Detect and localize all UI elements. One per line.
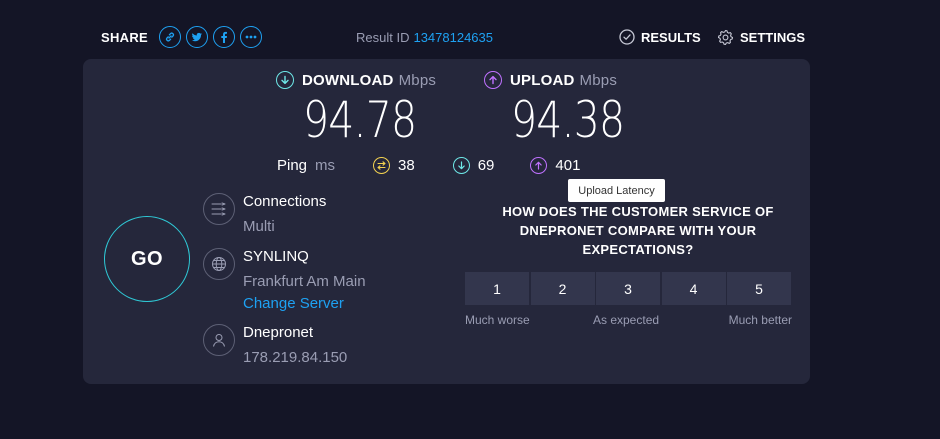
ping-label: Ping xyxy=(277,157,308,174)
results-button[interactable]: RESULTS xyxy=(619,29,701,45)
results-panel: DOWNLOAD Mbps 94.78 UPLOAD Mbps 94.38 Pi… xyxy=(83,59,810,384)
results-label: RESULTS xyxy=(641,29,701,45)
rating-label-high: Much better xyxy=(728,313,792,327)
rating-button-4[interactable]: 4 xyxy=(661,272,726,305)
change-server-link[interactable]: Change Server xyxy=(243,295,366,312)
top-bar: SHARE Result ID 13478124635 RESULTS SETTI… xyxy=(0,0,940,60)
download-speed-value: 94.78 xyxy=(303,91,417,149)
ping-unit: ms xyxy=(315,157,336,174)
upload-latency-icon xyxy=(530,157,548,174)
result-id-label: Result ID xyxy=(356,30,410,45)
result-info: Result ID 13478124635 xyxy=(356,30,493,45)
gear-icon xyxy=(717,29,734,46)
upload-latency[interactable]: 401 xyxy=(530,157,580,174)
survey-question: HOW DOES THE CUSTOMER SERVICE OF DNEPRON… xyxy=(502,204,774,257)
isp-text: Dnepronet 178.219.84.150 xyxy=(243,324,347,366)
connections-value: Multi xyxy=(243,218,275,235)
upload-unit: Mbps xyxy=(579,71,618,89)
isp-ip: 178.219.84.150 xyxy=(243,349,348,366)
download-result: DOWNLOAD Mbps 94.78 xyxy=(276,71,441,149)
facebook-icon[interactable] xyxy=(213,26,236,48)
server-location: Frankfurt Am Main xyxy=(243,273,366,290)
share-bar: SHARE xyxy=(101,26,263,48)
connections-text: Connections Multi xyxy=(243,193,326,235)
twitter-icon[interactable] xyxy=(186,26,209,48)
upload-latency-tooltip: Upload Latency xyxy=(568,179,665,202)
connections-title: Connections xyxy=(243,193,327,210)
share-label: SHARE xyxy=(101,29,149,45)
globe-icon xyxy=(203,248,235,280)
more-icon[interactable] xyxy=(240,26,263,48)
download-arrow-icon xyxy=(276,71,294,89)
idle-latency-icon xyxy=(373,157,391,174)
download-latency[interactable]: 69 xyxy=(452,157,495,174)
check-circle-icon xyxy=(619,29,635,45)
rating-button-2[interactable]: 2 xyxy=(530,272,595,305)
user-icon xyxy=(203,324,235,356)
server-text: SYNLINQ Frankfurt Am Main Change Server xyxy=(243,248,366,312)
result-id-link[interactable]: 13478124635 xyxy=(413,30,493,45)
upload-latency-value: 401 xyxy=(555,157,581,174)
download-unit: Mbps xyxy=(398,71,437,89)
upload-header: UPLOAD Mbps xyxy=(484,71,649,89)
idle-latency[interactable]: 38 xyxy=(373,157,415,174)
isp-name: Dnepronet xyxy=(243,324,314,341)
upload-speed-value: 94.38 xyxy=(511,91,625,149)
upload-arrow-icon xyxy=(484,71,502,89)
upload-result: UPLOAD Mbps 94.38 xyxy=(484,71,649,149)
rating-button-5[interactable]: 5 xyxy=(727,272,791,305)
upload-label: UPLOAD xyxy=(510,71,575,89)
rating-labels: Much worse As expected Much better xyxy=(465,313,792,329)
go-button[interactable]: GO xyxy=(104,216,190,302)
download-header: DOWNLOAD Mbps xyxy=(276,71,441,89)
download-latency-icon xyxy=(452,157,470,174)
rating-scale: 1 2 3 4 5 xyxy=(465,272,791,305)
link-icon[interactable] xyxy=(159,26,182,48)
rating-button-1[interactable]: 1 xyxy=(465,272,529,305)
settings-button[interactable]: SETTINGS xyxy=(717,29,805,46)
server-name: SYNLINQ xyxy=(243,248,309,265)
connections-icon xyxy=(203,193,235,225)
rating-button-3[interactable]: 3 xyxy=(596,272,660,305)
download-label: DOWNLOAD xyxy=(302,71,394,89)
rating-label-low: Much worse xyxy=(465,313,530,327)
download-latency-value: 69 xyxy=(477,157,495,174)
settings-label: SETTINGS xyxy=(740,30,806,45)
idle-latency-value: 38 xyxy=(398,157,415,174)
ping-row: Ping ms 38 69 401 xyxy=(277,157,580,174)
rating-label-mid: As expected xyxy=(593,313,660,327)
